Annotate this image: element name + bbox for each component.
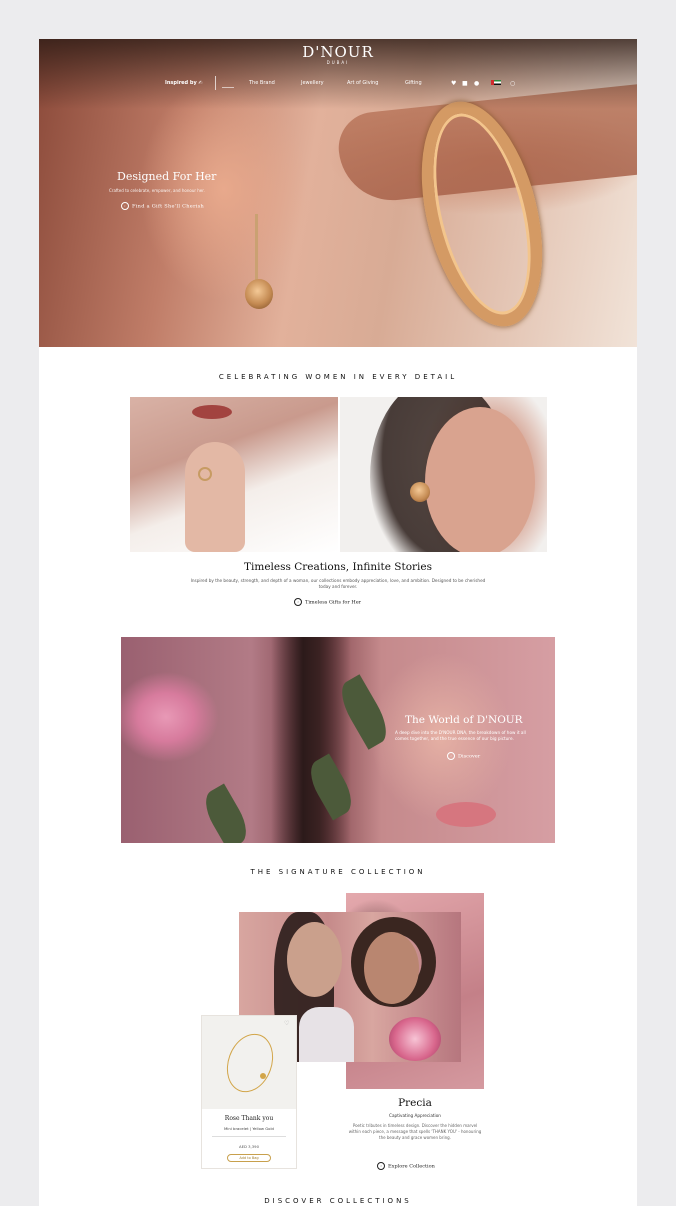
uae-flag-icon[interactable] xyxy=(491,80,501,85)
product-image[interactable]: ♡ xyxy=(202,1016,296,1109)
photo-robe xyxy=(299,1007,354,1062)
nav-item-the-brand[interactable]: The Brand xyxy=(249,80,275,86)
section1-paragraph: Inspired by the beauty, strength, and de… xyxy=(190,578,486,589)
main-nav: Inspired by ✍ The Brand Jewellery Art of… xyxy=(39,76,637,90)
hero-banner: D'NOUR DUBAI Inspired by ✍ The Brand Jew… xyxy=(39,39,637,347)
banner-lips xyxy=(436,802,496,827)
bracelet-charm xyxy=(260,1073,266,1079)
product-price: AED 3,390 xyxy=(239,1144,259,1149)
product-meta: Mini bracelet | Yellow Gold xyxy=(224,1126,274,1131)
hero-cta-link[interactable]: › Find a Gift She'll Cherish xyxy=(121,202,204,210)
world-of-dnour-banner: The World of D'NOUR A deep dive into the… xyxy=(121,637,555,843)
brand-logo[interactable]: D'NOUR xyxy=(39,43,637,61)
bracelet-image xyxy=(219,1027,281,1099)
photo-stud-earring xyxy=(410,482,430,502)
section1-title: Timeless Creations, Infinite Stories xyxy=(244,561,432,573)
arrow-circle-icon: › xyxy=(121,202,129,210)
nav-item-art-of-giving[interactable]: Art of Giving xyxy=(347,80,378,86)
user-icon[interactable]: ● xyxy=(474,80,479,87)
photo-face xyxy=(364,932,419,1004)
photo-ring xyxy=(198,467,212,481)
product-name[interactable]: Rose Thank you xyxy=(202,1115,296,1122)
hero-earring-stem xyxy=(255,214,258,284)
product-divider xyxy=(212,1136,286,1137)
photo-rose xyxy=(389,1017,441,1061)
nav-inspired-by[interactable]: Inspired by ✍ xyxy=(165,80,203,86)
arrow-circle-icon: › xyxy=(447,752,455,760)
signature-icon: ✍ xyxy=(198,80,203,86)
banner-leaf xyxy=(198,783,254,843)
arrow-circle-icon: › xyxy=(294,598,302,606)
photo-hand xyxy=(185,442,245,552)
hero-title: Designed For Her xyxy=(117,170,217,183)
discover-link[interactable]: › Discover xyxy=(447,752,480,760)
bag-icon[interactable]: ■ xyxy=(462,80,468,87)
lifestyle-photo-earring xyxy=(340,397,547,552)
collection-subtitle: Captivating Appreciation xyxy=(389,1113,441,1118)
add-to-bag-button[interactable]: Add to Bag xyxy=(227,1154,271,1162)
search-icon[interactable]: ○ xyxy=(510,80,515,87)
heart-icon[interactable]: ♥ xyxy=(451,80,456,87)
hero-subtitle: Crafted to celebrate, empower, and honou… xyxy=(109,188,205,193)
photo-lips xyxy=(192,405,232,419)
explore-collection-link[interactable]: › Explore Collection xyxy=(377,1162,435,1170)
section-heading-discover: DISCOVER COLLECTIONS xyxy=(264,1197,412,1205)
timeless-gifts-link[interactable]: › Timeless Gifts for Her xyxy=(294,598,361,606)
heart-icon[interactable]: ♡ xyxy=(284,1020,289,1027)
world-title: The World of D'NOUR xyxy=(405,714,523,726)
product-card[interactable]: ♡ Rose Thank you Mini bracelet | Yellow … xyxy=(201,1015,297,1169)
photo-face xyxy=(287,922,342,997)
hero-earring-rose xyxy=(245,279,273,309)
nav-item-jewellery[interactable]: Jewellery xyxy=(301,80,324,86)
arrow-circle-icon: › xyxy=(377,1162,385,1170)
section-heading-celebrating: CELEBRATING WOMEN IN EVERY DETAIL xyxy=(218,373,458,381)
collection-title: Precia xyxy=(398,1097,432,1109)
world-subtitle: A deep dive into the D'NOUR DNA, the bre… xyxy=(395,730,526,741)
nav-divider xyxy=(215,76,216,90)
page: D'NOUR DUBAI Inspired by ✍ The Brand Jew… xyxy=(39,39,637,1206)
photo-face xyxy=(425,407,535,552)
nav-divider-line xyxy=(222,87,234,88)
brand-location: DUBAI xyxy=(326,60,350,65)
section-heading-signature: THE SIGNATURE COLLECTION xyxy=(250,868,426,876)
lifestyle-photo-ring xyxy=(130,397,338,552)
nav-item-gifting[interactable]: Gifting xyxy=(405,80,422,86)
collection-description: Poetic tributes in timeless design. Disc… xyxy=(348,1123,482,1140)
